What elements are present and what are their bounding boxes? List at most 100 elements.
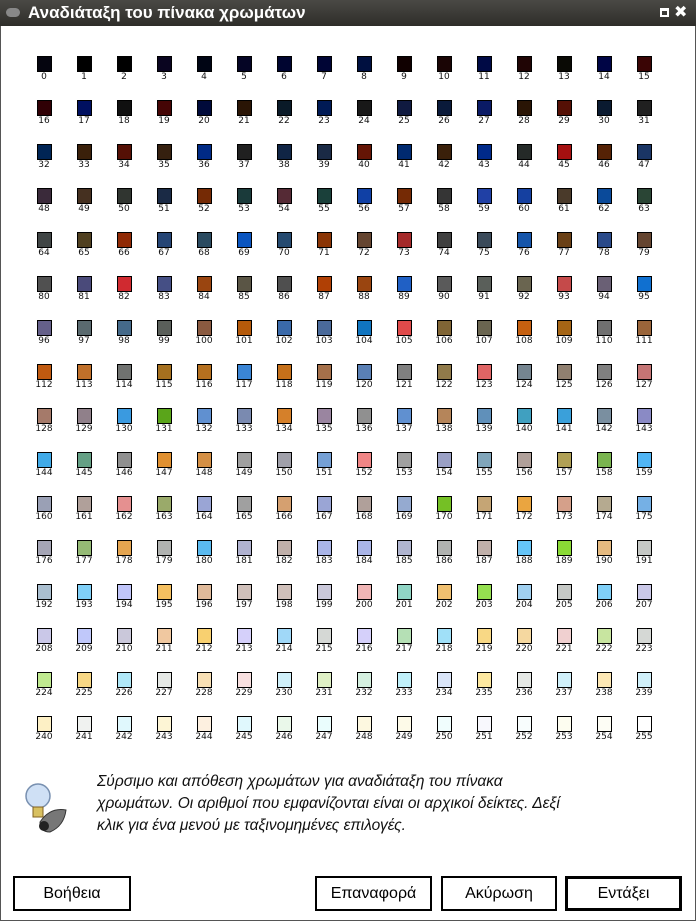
color-swatch[interactable]: [637, 716, 652, 732]
color-swatch[interactable]: [357, 496, 372, 512]
color-swatch[interactable]: [517, 56, 532, 72]
color-swatch[interactable]: [557, 628, 572, 644]
color-swatch[interactable]: [557, 716, 572, 732]
color-swatch[interactable]: [477, 364, 492, 380]
color-swatch[interactable]: [157, 56, 172, 72]
color-swatch[interactable]: [477, 56, 492, 72]
color-swatch[interactable]: [597, 188, 612, 204]
color-swatch[interactable]: [237, 628, 252, 644]
color-swatch[interactable]: [637, 628, 652, 644]
color-swatch[interactable]: [277, 540, 292, 556]
color-swatch[interactable]: [237, 716, 252, 732]
color-swatch[interactable]: [557, 56, 572, 72]
color-swatch[interactable]: [597, 56, 612, 72]
color-swatch[interactable]: [157, 232, 172, 248]
color-swatch[interactable]: [277, 452, 292, 468]
color-swatch[interactable]: [197, 408, 212, 424]
color-swatch[interactable]: [637, 188, 652, 204]
color-swatch[interactable]: [37, 540, 52, 556]
color-swatch[interactable]: [317, 716, 332, 732]
color-swatch[interactable]: [397, 100, 412, 116]
color-swatch[interactable]: [77, 628, 92, 644]
color-swatch[interactable]: [197, 716, 212, 732]
color-swatch[interactable]: [637, 320, 652, 336]
color-swatch[interactable]: [357, 188, 372, 204]
color-swatch[interactable]: [437, 452, 452, 468]
color-swatch[interactable]: [77, 276, 92, 292]
ok-button[interactable]: Εντάξει: [565, 876, 682, 911]
color-swatch[interactable]: [557, 100, 572, 116]
color-swatch[interactable]: [637, 408, 652, 424]
color-swatch[interactable]: [317, 496, 332, 512]
color-swatch[interactable]: [477, 672, 492, 688]
color-swatch[interactable]: [237, 188, 252, 204]
color-swatch[interactable]: [437, 628, 452, 644]
color-swatch[interactable]: [397, 496, 412, 512]
color-swatch[interactable]: [557, 452, 572, 468]
color-swatch[interactable]: [317, 672, 332, 688]
color-swatch[interactable]: [597, 364, 612, 380]
color-swatch[interactable]: [277, 188, 292, 204]
color-swatch[interactable]: [357, 232, 372, 248]
color-swatch[interactable]: [397, 364, 412, 380]
color-swatch[interactable]: [357, 452, 372, 468]
color-swatch[interactable]: [317, 584, 332, 600]
color-swatch[interactable]: [357, 100, 372, 116]
color-swatch[interactable]: [237, 408, 252, 424]
color-swatch[interactable]: [237, 56, 252, 72]
color-swatch[interactable]: [37, 100, 52, 116]
color-swatch[interactable]: [117, 716, 132, 732]
color-swatch[interactable]: [317, 364, 332, 380]
color-swatch[interactable]: [277, 496, 292, 512]
color-swatch[interactable]: [397, 584, 412, 600]
color-swatch[interactable]: [477, 716, 492, 732]
color-swatch[interactable]: [237, 364, 252, 380]
color-swatch[interactable]: [597, 144, 612, 160]
color-swatch[interactable]: [517, 144, 532, 160]
color-swatch[interactable]: [477, 408, 492, 424]
color-swatch[interactable]: [357, 320, 372, 336]
color-swatch[interactable]: [477, 496, 492, 512]
color-swatch[interactable]: [37, 364, 52, 380]
color-swatch[interactable]: [357, 672, 372, 688]
color-swatch[interactable]: [477, 540, 492, 556]
color-swatch[interactable]: [77, 716, 92, 732]
color-swatch[interactable]: [197, 56, 212, 72]
color-swatch[interactable]: [637, 672, 652, 688]
color-swatch[interactable]: [77, 144, 92, 160]
color-swatch[interactable]: [37, 56, 52, 72]
color-swatch[interactable]: [517, 716, 532, 732]
color-swatch[interactable]: [117, 408, 132, 424]
color-swatch[interactable]: [157, 364, 172, 380]
color-swatch[interactable]: [397, 452, 412, 468]
color-swatch[interactable]: [437, 144, 452, 160]
color-swatch[interactable]: [277, 144, 292, 160]
help-button[interactable]: Βοήθεια: [13, 876, 131, 911]
color-swatch[interactable]: [37, 408, 52, 424]
color-swatch[interactable]: [477, 188, 492, 204]
color-swatch[interactable]: [477, 320, 492, 336]
color-swatch[interactable]: [197, 320, 212, 336]
color-swatch[interactable]: [357, 276, 372, 292]
color-swatch[interactable]: [157, 452, 172, 468]
color-swatch[interactable]: [157, 320, 172, 336]
color-swatch[interactable]: [637, 584, 652, 600]
color-swatch[interactable]: [237, 584, 252, 600]
color-swatch[interactable]: [237, 144, 252, 160]
color-swatch[interactable]: [597, 672, 612, 688]
color-swatch[interactable]: [277, 56, 292, 72]
color-swatch[interactable]: [37, 628, 52, 644]
color-swatch[interactable]: [597, 584, 612, 600]
color-swatch[interactable]: [277, 628, 292, 644]
color-swatch[interactable]: [157, 628, 172, 644]
color-swatch[interactable]: [437, 364, 452, 380]
color-swatch[interactable]: [77, 496, 92, 512]
color-swatch[interactable]: [597, 320, 612, 336]
color-swatch[interactable]: [37, 672, 52, 688]
color-swatch[interactable]: [637, 144, 652, 160]
color-swatch[interactable]: [437, 276, 452, 292]
color-swatch[interactable]: [477, 144, 492, 160]
color-swatch[interactable]: [317, 320, 332, 336]
color-swatch[interactable]: [277, 584, 292, 600]
color-swatch[interactable]: [197, 232, 212, 248]
